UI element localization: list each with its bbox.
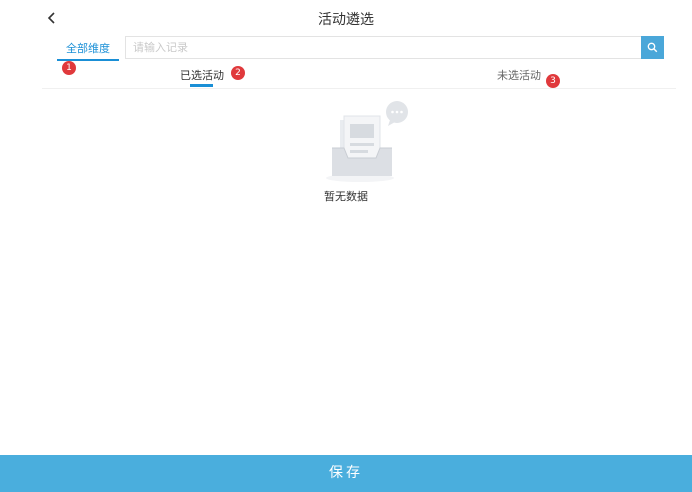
tab-unselected-activities[interactable]: 未选活动: [497, 67, 541, 83]
tab-unselected-activities-label: 未选活动: [497, 69, 541, 82]
activity-tabs: 已选活动 未选活动: [42, 62, 676, 89]
filter-row: 全部维度: [0, 36, 692, 62]
annotation-badge-3: 3: [546, 74, 560, 88]
header-bar: 活动遴选: [0, 0, 692, 36]
tab-all-dimensions-label: 全部维度: [66, 42, 110, 55]
tab-all-dimensions[interactable]: 全部维度: [57, 39, 119, 61]
annotation-badge-2: 2: [231, 66, 245, 80]
empty-state-text: 暂无数据: [324, 190, 368, 203]
search-input[interactable]: [125, 36, 641, 59]
search-button[interactable]: [641, 36, 664, 59]
search-icon: [647, 42, 658, 53]
active-tab-underline: [190, 84, 213, 87]
tab-selected-activities[interactable]: 已选活动: [180, 67, 224, 87]
empty-inbox-icon: [326, 101, 408, 182]
save-button[interactable]: 保存: [0, 455, 692, 492]
tab-selected-activities-label: 已选活动: [180, 69, 224, 82]
page-title: 活动遴选: [318, 12, 374, 28]
